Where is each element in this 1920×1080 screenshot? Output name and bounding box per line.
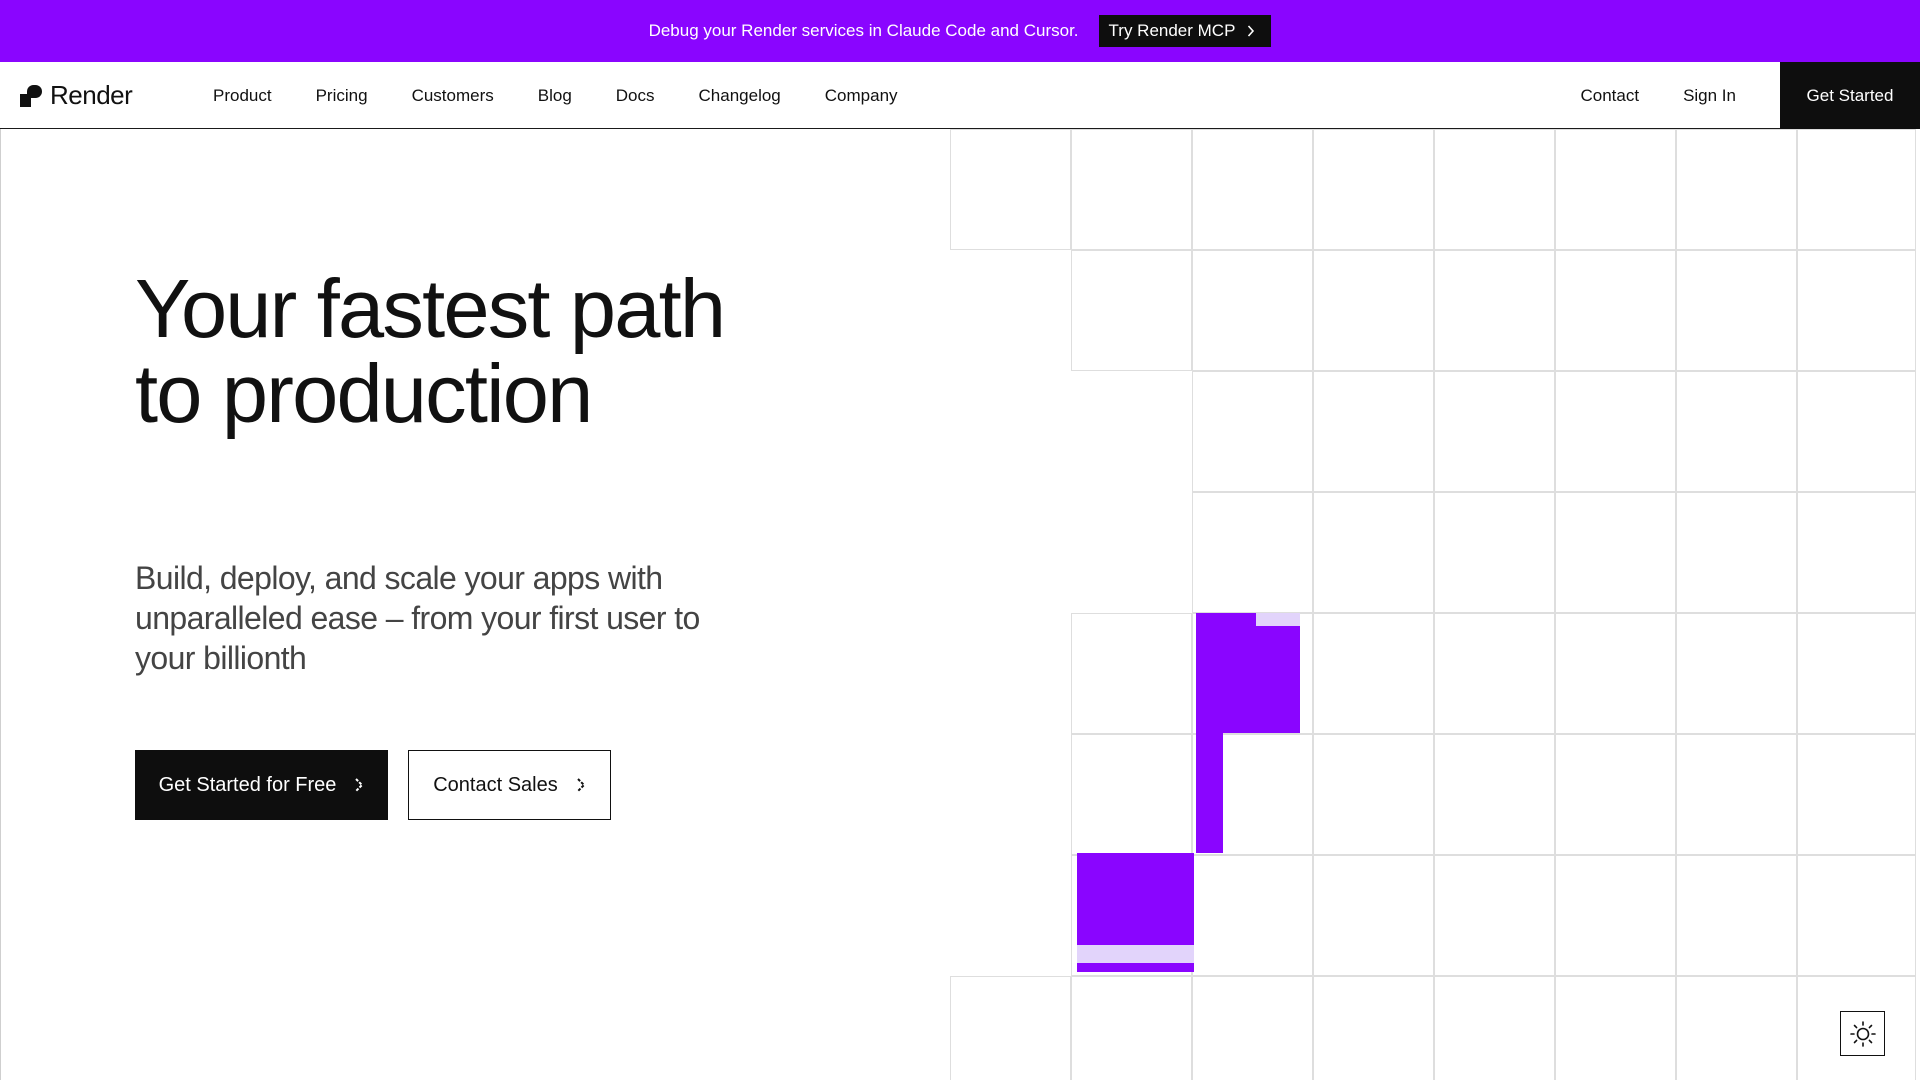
grid-cell: [1797, 492, 1916, 613]
grid-cell: [1071, 129, 1192, 250]
render-logo[interactable]: Render: [20, 80, 133, 111]
banner-text: Debug your Render services in Claude Cod…: [648, 21, 1079, 40]
grid-cell: [1192, 734, 1313, 855]
secondary-button-label: Contact Sales: [433, 773, 558, 796]
grid-cell: [1192, 371, 1313, 492]
contact-sales-button[interactable]: Contact Sales: [408, 750, 611, 820]
grid-cell: [1434, 492, 1555, 613]
grid-cell: [1313, 250, 1434, 371]
grid-cell: [1434, 371, 1555, 492]
get-started-free-button[interactable]: Get Started for Free: [135, 750, 388, 820]
chevron-right-icon: [577, 778, 586, 792]
grid-cell: [1071, 734, 1192, 855]
chevron-right-icon: [355, 778, 364, 792]
grid-cell: [1192, 976, 1313, 1080]
banner-button-label: Try Render MCP: [1108, 21, 1236, 40]
grid-cell: [1313, 371, 1434, 492]
top-navbar: Render Product Pricing Customers Blog Do…: [0, 62, 1920, 129]
try-render-mcp-button[interactable]: Try Render MCP: [1098, 15, 1272, 47]
grid-cell: [1313, 129, 1434, 250]
grid-cell: [1313, 734, 1434, 855]
grid-accent-block: [1256, 613, 1300, 626]
render-logo-icon: [20, 84, 42, 107]
grid-cell: [1676, 976, 1797, 1080]
grid-cell: [1071, 613, 1192, 734]
decorative-grid: [0, 0, 1920, 1080]
grid-cell: [1676, 492, 1797, 613]
grid-cell: [1192, 613, 1313, 734]
theme-toggle-button[interactable]: [1840, 1011, 1885, 1056]
grid-cell: [1313, 613, 1434, 734]
grid-cell: [1676, 734, 1797, 855]
chevron-right-icon: [1248, 25, 1255, 37]
nav-link-sign-in[interactable]: Sign In: [1683, 86, 1736, 106]
grid-cell: [1797, 613, 1916, 734]
grid-cell: [1434, 734, 1555, 855]
grid-cell: [1797, 855, 1916, 976]
nav-right: Contact Sign In Get Started: [1580, 62, 1920, 129]
grid-cell: [1192, 492, 1313, 613]
grid-accent-block: [1196, 613, 1300, 733]
grid-cell: [1192, 129, 1313, 250]
grid-cell: [1434, 855, 1555, 976]
logo-text: Render: [50, 80, 133, 110]
hero-subtitle: Build, deploy, and scale your apps with …: [135, 560, 700, 676]
grid-cell: [1676, 371, 1797, 492]
grid-accent-block: [1077, 853, 1194, 945]
grid-cell: [1555, 250, 1676, 371]
grid-cell: [1192, 855, 1313, 976]
nav-links: Product Pricing Customers Blog Docs Chan…: [213, 62, 942, 129]
sun-icon: [1849, 1020, 1876, 1047]
grid-cell: [1555, 371, 1676, 492]
announcement-banner: Debug your Render services in Claude Cod…: [0, 0, 1920, 62]
grid-cell: [1192, 250, 1313, 371]
grid-cell: [1676, 129, 1797, 250]
grid-cell: [1555, 129, 1676, 250]
grid-cell: [1434, 976, 1555, 1080]
nav-link-changelog[interactable]: Changelog: [699, 86, 781, 106]
nav-link-docs[interactable]: Docs: [616, 86, 655, 106]
grid-cell: [1555, 613, 1676, 734]
grid-accent-block: [1196, 733, 1223, 853]
grid-cell: [1434, 613, 1555, 734]
grid-cell: [1676, 855, 1797, 976]
grid-cell: [1797, 250, 1916, 371]
grid-cell: [1434, 250, 1555, 371]
nav-link-customers[interactable]: Customers: [412, 86, 494, 106]
grid-cell: [1071, 855, 1192, 976]
grid-cell: [950, 129, 1071, 250]
nav-link-blog[interactable]: Blog: [538, 86, 572, 106]
primary-button-label: Get Started for Free: [158, 773, 337, 796]
grid-cell: [1313, 855, 1434, 976]
grid-cell: [1797, 129, 1916, 250]
grid-cell: [1555, 734, 1676, 855]
grid-cell: [1313, 976, 1434, 1080]
grid-cell: [1555, 976, 1676, 1080]
grid-cell: [1071, 250, 1192, 371]
grid-cell: [1555, 492, 1676, 613]
grid-accent-block: [1077, 963, 1194, 972]
nav-link-company[interactable]: Company: [825, 86, 898, 106]
get-started-button[interactable]: Get Started: [1780, 62, 1920, 129]
grid-cell: [1434, 129, 1555, 250]
page-frame-left: [0, 129, 1, 1080]
nav-link-product[interactable]: Product: [213, 86, 272, 106]
grid-cell: [1676, 250, 1797, 371]
nav-link-contact[interactable]: Contact: [1580, 86, 1639, 106]
grid-cell: [950, 976, 1071, 1080]
grid-cell: [1313, 492, 1434, 613]
grid-cell: [1676, 613, 1797, 734]
nav-link-pricing[interactable]: Pricing: [316, 86, 368, 106]
grid-cell: [1555, 855, 1676, 976]
grid-cell: [1797, 371, 1916, 492]
hero-title: Your fastest path to production: [135, 262, 726, 440]
grid-cell: [1797, 734, 1916, 855]
grid-cell: [1071, 976, 1192, 1080]
grid-accent-block: [1077, 945, 1194, 963]
